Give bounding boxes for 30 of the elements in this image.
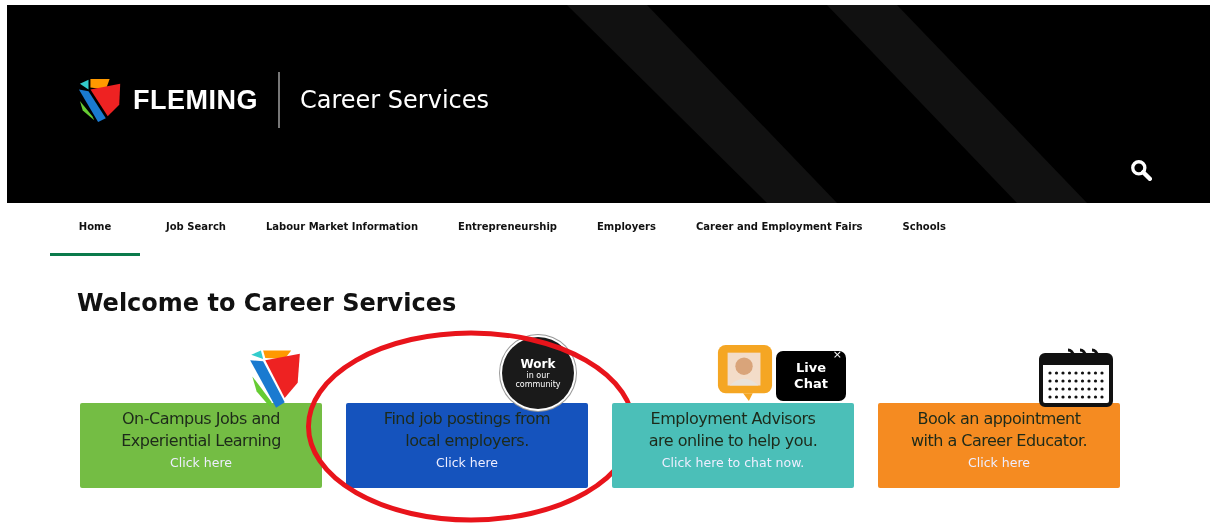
shield-logo-icon	[248, 348, 302, 408]
community-badge: Work in our community	[502, 337, 574, 409]
card-link[interactable]: Click here	[436, 455, 498, 470]
service-card[interactable]: Book an appointment with a Career Educator. Click here	[878, 403, 1120, 488]
card-title: On-Campus Jobs and	[122, 408, 280, 430]
close-button[interactable]: ×	[832, 348, 842, 361]
nav-tab[interactable]: Home	[50, 203, 140, 256]
brand-name[interactable]: FLEMING	[133, 84, 258, 116]
live-chat-bubble[interactable]: Live Chat ×	[776, 351, 846, 401]
card-title: with a Career Educator.	[910, 430, 1088, 452]
card-title: Find job postings from	[383, 408, 551, 430]
service-card[interactable]: Employment Advisors are online to help you. Click here to chat now.	[612, 403, 854, 488]
nav-tab[interactable]: Career and Employment Fairs	[695, 203, 863, 256]
person-avatar-icon	[716, 343, 774, 401]
card-title: are online to help you.	[648, 430, 818, 452]
nav-tab[interactable]: Labour Market Information	[265, 203, 419, 256]
card-title: local employers.	[405, 430, 529, 452]
card-title: Employment Advisors	[650, 408, 816, 430]
service-card[interactable]: On-Campus Jobs and Experiential Learning Click here	[80, 403, 322, 488]
card-title: Book an appointment	[917, 408, 1081, 430]
site-title[interactable]: Career Services	[300, 86, 490, 114]
search-icon[interactable]	[1130, 159, 1152, 181]
nav-tab[interactable]: Job Search	[166, 203, 226, 256]
nav-tab[interactable]: Entrepreneurship	[458, 203, 557, 256]
page-heading: Welcome to Career Services	[77, 289, 458, 317]
nav-tab[interactable]: Employers	[597, 203, 656, 256]
calendar-icon	[1038, 346, 1114, 408]
card-title: Experiential Learning	[121, 430, 281, 452]
nav-tab[interactable]: Schools	[902, 203, 946, 256]
service-card[interactable]: Find job postings from local employers. Click here	[346, 403, 588, 488]
